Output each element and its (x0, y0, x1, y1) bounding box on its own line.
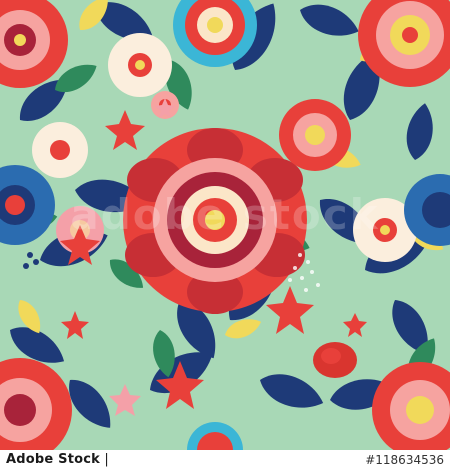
stock-id-label: #118634536 (365, 452, 444, 467)
stock-footer-bar: Adobe Stock | #118634536 (0, 450, 450, 469)
brand-label: Adobe Stock | (6, 452, 109, 467)
floral-pattern-svg (0, 0, 450, 450)
stock-image-frame: adobe stock Adobe Stock | #118634536 (0, 0, 450, 469)
brand-name: Adobe Stock (6, 452, 101, 467)
red-rosebud (313, 342, 357, 378)
floral-pattern-image (0, 0, 450, 450)
brand-separator: | (104, 452, 109, 467)
right-red-flower (279, 99, 351, 171)
